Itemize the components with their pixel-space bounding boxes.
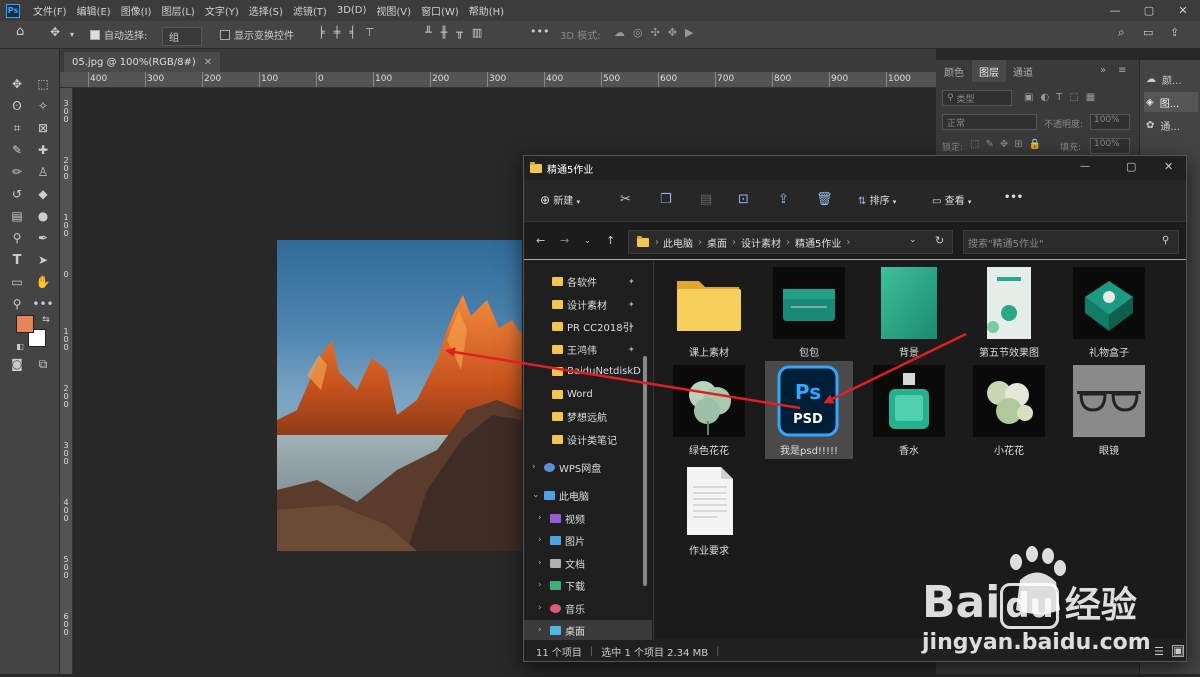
arrow-to-psd [823,332,967,404]
foreground-color-swatch[interactable] [16,315,34,333]
annotation-arrows [445,332,967,410]
arrow-to-canvas [445,347,801,410]
